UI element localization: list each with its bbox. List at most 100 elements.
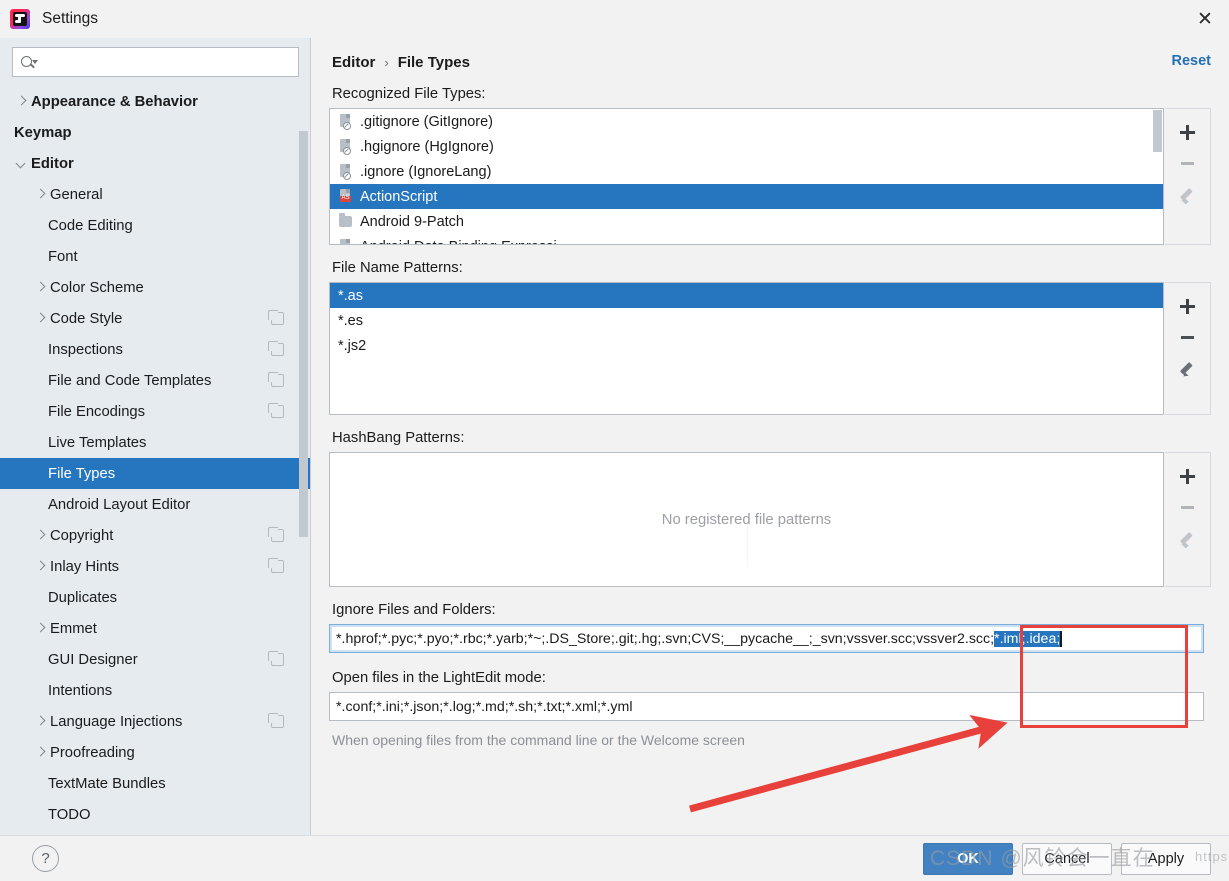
- copy-settings-icon[interactable]: [268, 341, 284, 356]
- close-icon[interactable]: ✕: [1181, 0, 1229, 38]
- remove-file-type-button[interactable]: [1171, 148, 1205, 179]
- file-name-pattern-row[interactable]: *.as: [330, 283, 1163, 308]
- sidebar-item-inspections[interactable]: Inspections: [0, 334, 310, 365]
- lightedit-input[interactable]: *.conf;*.ini;*.json;*.log;*.md;*.sh;*.tx…: [329, 692, 1204, 721]
- chevron-right-icon[interactable]: [33, 281, 48, 295]
- chevron-right-icon[interactable]: [33, 188, 48, 202]
- sidebar-item-gui-designer[interactable]: GUI Designer: [0, 644, 310, 675]
- sidebar-item-emmet[interactable]: Emmet: [0, 613, 310, 644]
- add-hashbang-button[interactable]: [1171, 461, 1205, 492]
- hashbang-empty-message: No registered file patterns: [661, 511, 832, 528]
- copy-settings-icon[interactable]: [268, 651, 284, 666]
- recognized-list-scrollbar[interactable]: [1153, 110, 1162, 243]
- sidebar-item-language-injections[interactable]: Language Injections: [0, 706, 310, 737]
- sidebar-item-proofreading[interactable]: Proofreading: [0, 737, 310, 768]
- lightedit-label: Open files in the LightEdit mode:: [332, 670, 546, 686]
- text-caret: [1060, 630, 1062, 647]
- add-pattern-button[interactable]: [1171, 291, 1205, 322]
- sidebar-item-label: Inlay Hints: [50, 558, 120, 575]
- sidebar-item-label: Appearance & Behavior: [31, 93, 198, 110]
- sidebar-scrollbar-thumb[interactable]: [299, 131, 308, 537]
- sidebar-item-file-and-code-templates[interactable]: File and Code Templates: [0, 365, 310, 396]
- ignore-files-label: Ignore Files and Folders:: [332, 602, 496, 618]
- copy-settings-icon[interactable]: [268, 713, 284, 728]
- sidebar-item-label: Color Scheme: [50, 279, 144, 296]
- file-name-pattern-label: *.js2: [338, 337, 367, 354]
- sidebar-item-label: Android Layout Editor: [48, 496, 191, 513]
- sidebar-item-label: Font: [48, 248, 78, 265]
- edit-pattern-button[interactable]: [1171, 353, 1205, 384]
- sidebar-item-live-templates[interactable]: Live Templates: [0, 427, 310, 458]
- edit-file-type-button[interactable]: [1171, 179, 1205, 210]
- chevron-right-icon[interactable]: [33, 715, 48, 729]
- chevron-right-icon[interactable]: [33, 746, 48, 760]
- file-name-patterns-list[interactable]: *.as *.es *.js2: [329, 282, 1164, 415]
- remove-hashbang-button[interactable]: [1171, 492, 1205, 523]
- recognized-file-type-row[interactable]: .ignore (IgnoreLang): [330, 159, 1163, 184]
- sidebar-item-label: Inspections: [48, 341, 123, 358]
- cancel-button[interactable]: Cancel: [1022, 842, 1112, 875]
- add-file-type-button[interactable]: [1171, 117, 1205, 148]
- recognized-file-type-row[interactable]: .hgignore (HgIgnore): [330, 134, 1163, 159]
- recognized-file-type-row[interactable]: AS ActionScript: [330, 184, 1163, 209]
- sidebar-item-label: Proofreading: [50, 744, 135, 761]
- ok-button[interactable]: OK: [923, 842, 1013, 875]
- search-input[interactable]: [38, 53, 290, 71]
- sidebar-item-color-scheme[interactable]: Color Scheme: [0, 272, 310, 303]
- sidebar-item-file-encodings[interactable]: File Encodings: [0, 396, 310, 427]
- recognized-file-type-row[interactable]: Android 9-Patch: [330, 209, 1163, 234]
- remove-pattern-button[interactable]: [1171, 322, 1205, 353]
- recognized-list-scrollbar-thumb[interactable]: [1153, 110, 1162, 152]
- edit-hashbang-button[interactable]: [1171, 523, 1205, 554]
- sidebar-item-editor[interactable]: Editor: [0, 148, 310, 179]
- sidebar-scrollbar[interactable]: [299, 131, 308, 775]
- sidebar-item-todo[interactable]: TODO: [0, 799, 310, 830]
- file-name-pattern-row[interactable]: *.es: [330, 308, 1163, 333]
- recognized-file-types-label: Recognized File Types:: [332, 86, 486, 102]
- apply-button[interactable]: Apply: [1121, 842, 1211, 875]
- ignore-files-input[interactable]: *.hprof;*.pyc;*.pyo;*.rbc;*.yarb;*~;.DS_…: [329, 624, 1204, 653]
- sidebar-item-file-types[interactable]: File Types: [0, 458, 310, 489]
- minus-icon: [1181, 162, 1194, 165]
- sidebar-item-inlay-hints[interactable]: Inlay Hints: [0, 551, 310, 582]
- recognized-file-types-list[interactable]: .gitignore (GitIgnore) .hgignore (HgIgnor…: [329, 108, 1164, 245]
- copy-settings-icon[interactable]: [268, 403, 284, 418]
- sidebar-item-label: TextMate Bundles: [48, 775, 166, 792]
- sidebar-item-label: Keymap: [14, 124, 72, 141]
- plus-icon: [1180, 299, 1195, 314]
- chevron-right-icon[interactable]: [33, 560, 48, 574]
- copy-settings-icon[interactable]: [268, 372, 284, 387]
- sidebar-item-duplicates[interactable]: Duplicates: [0, 582, 310, 613]
- copy-settings-icon[interactable]: [268, 310, 284, 325]
- sidebar-item-code-editing[interactable]: Code Editing: [0, 210, 310, 241]
- sidebar-item-keymap[interactable]: Keymap: [0, 117, 310, 148]
- sidebar-item-code-style[interactable]: Code Style: [0, 303, 310, 334]
- chevron-right-icon[interactable]: [33, 312, 48, 326]
- copy-settings-icon[interactable]: [268, 527, 284, 542]
- recognized-file-type-label: .hgignore (HgIgnore): [360, 138, 494, 155]
- breadcrumb-parent[interactable]: Editor: [332, 54, 375, 71]
- sidebar-item-general[interactable]: General: [0, 179, 310, 210]
- chevron-right-icon[interactable]: [14, 95, 29, 109]
- chevron-down-icon[interactable]: [14, 157, 29, 171]
- sidebar-item-android-layout-editor[interactable]: Android Layout Editor: [0, 489, 310, 520]
- reset-link[interactable]: Reset: [1172, 53, 1212, 69]
- sidebar-item-copyright[interactable]: Copyright: [0, 520, 310, 551]
- recognized-file-type-row[interactable]: Android Data Binding Expressi: [330, 234, 1163, 244]
- copy-settings-icon[interactable]: [268, 558, 284, 573]
- sidebar-item-font[interactable]: Font: [0, 241, 310, 272]
- chevron-right-icon[interactable]: [33, 622, 48, 636]
- chevron-right-icon[interactable]: [33, 529, 48, 543]
- sidebar-item-label: File Encodings: [48, 403, 146, 420]
- file-name-pattern-row[interactable]: *.js2: [330, 333, 1163, 358]
- sidebar-item-intentions[interactable]: Intentions: [0, 675, 310, 706]
- search-box[interactable]: [12, 47, 299, 77]
- hashbang-patterns-list[interactable]: No registered file patterns: [329, 452, 1164, 587]
- minus-icon: [1181, 506, 1194, 509]
- sidebar-item-label: Language Injections: [50, 713, 183, 730]
- sidebar-item-textmate-bundles[interactable]: TextMate Bundles: [0, 768, 310, 799]
- question-mark-icon[interactable]: ?: [32, 845, 59, 872]
- breadcrumb-current: File Types: [397, 53, 470, 71]
- recognized-file-type-row[interactable]: .gitignore (GitIgnore): [330, 109, 1163, 134]
- sidebar-item-appearance-behavior[interactable]: Appearance & Behavior: [0, 86, 310, 117]
